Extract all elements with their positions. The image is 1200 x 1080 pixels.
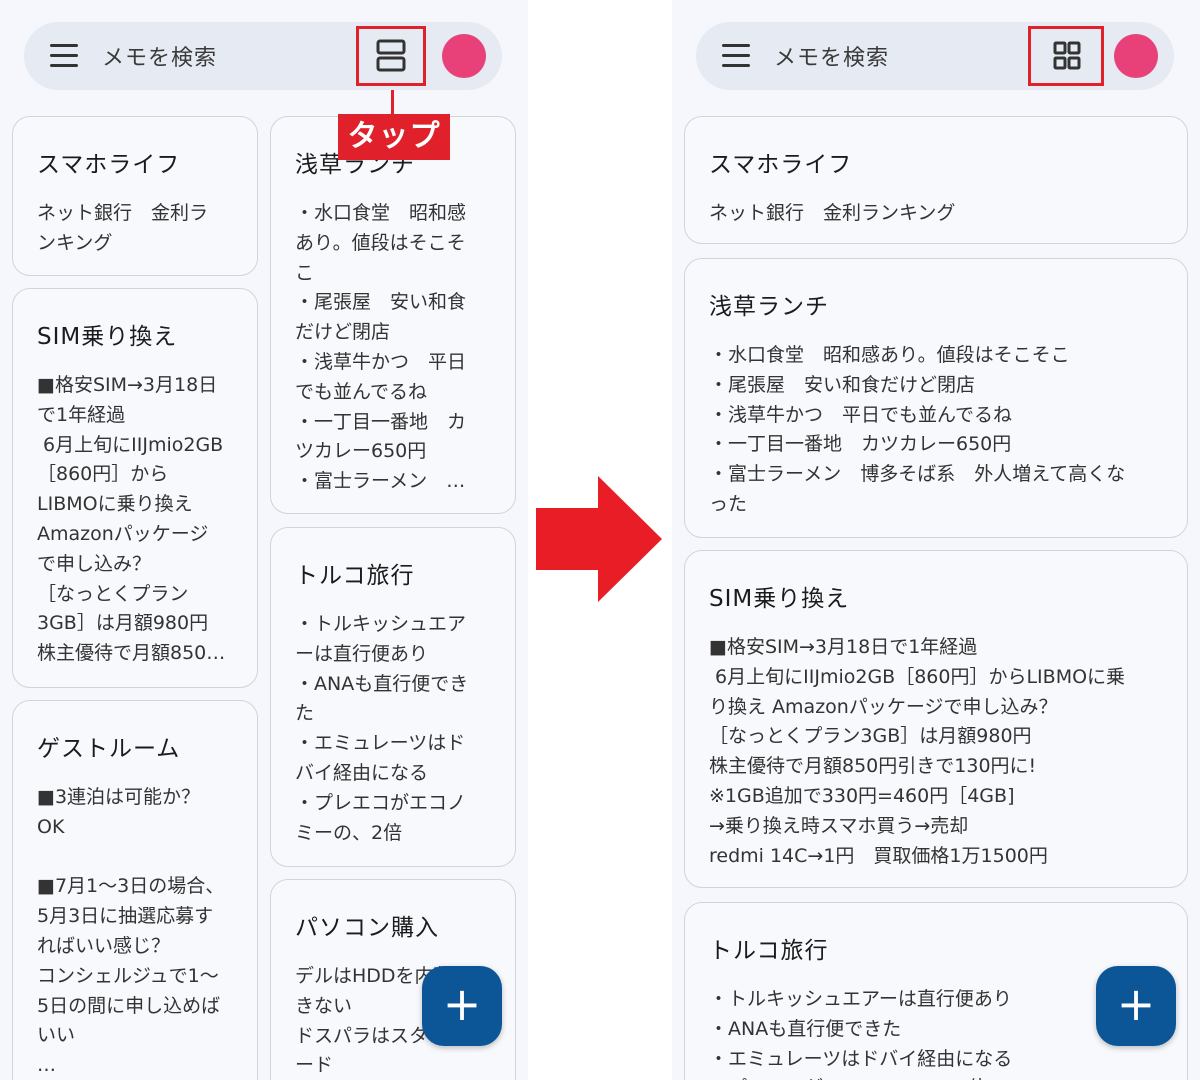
search-bar[interactable]: メモを検索: [24, 22, 502, 90]
add-note-button[interactable]: +: [422, 966, 502, 1046]
note-title: スマホライフ: [709, 152, 853, 178]
hamburger-menu-icon[interactable]: [722, 44, 750, 68]
note-card-asakusa[interactable]: 浅草ランチ ・水口食堂 昭和感あり。値段はそこそこ ・尾張屋 安い和食だけど閉店…: [684, 258, 1188, 538]
note-body: ・トルキッシュエア ーは直行便あり ・ANAも直行便でき た ・エミュレーツはド…: [295, 613, 469, 844]
note-body: ■格安SIM→3月18日で1年経過 6月上旬にIIJmio2GB［860円］から…: [709, 636, 1126, 867]
note-title: トルコ旅行: [295, 563, 415, 589]
note-title: ゲストルーム: [37, 736, 181, 762]
note-title: 浅草ランチ: [709, 294, 829, 320]
note-title: トルコ旅行: [709, 938, 829, 964]
add-note-button[interactable]: +: [1096, 966, 1176, 1046]
note-body: ネット銀行 金利ランキング: [709, 202, 956, 224]
note-card-sumaho[interactable]: スマホライフ ネット銀行 金利ランキング: [684, 116, 1188, 244]
note-card-sim[interactable]: SIM乗り換え ■格安SIM→3月18日で1年経過 6月上旬にIIJmio2GB…: [684, 550, 1188, 888]
note-card-sim[interactable]: SIM乗り換え ■格安SIM→3月18日 で1年経過 6月上旬にIIJmio2G…: [12, 288, 258, 688]
note-body: ■3連泊は可能か？ OK ■7月1〜3日の場合、 5月3日に抽選応募す ればいい…: [37, 786, 225, 1077]
tap-annotation-label: タップ: [338, 114, 450, 160]
phone-screen-after: メモを検索 スマホライフ ネット銀行 金利ランキング 浅草ランチ ・水口食堂 昭…: [672, 0, 1200, 1080]
note-body: ・水口食堂 昭和感 あり。値段はそこそ こ ・尾張屋 安い和食 だけど閉店 ・浅…: [295, 202, 467, 493]
avatar[interactable]: [1114, 34, 1158, 78]
grid-view-toggle-button[interactable]: [1028, 26, 1104, 86]
note-title: SIM乗り換え: [709, 586, 850, 612]
note-card-asakusa[interactable]: 浅草ランチ ・水口食堂 昭和感 あり。値段はそこそ こ ・尾張屋 安い和食 だけ…: [270, 116, 516, 514]
note-title: SIM乗り換え: [37, 324, 178, 350]
search-bar[interactable]: メモを検索: [696, 22, 1174, 90]
list-view-toggle-button[interactable]: [356, 26, 426, 86]
search-input[interactable]: メモを検索: [774, 40, 889, 72]
note-body: ネット銀行 金利ラ ンキング: [37, 202, 209, 254]
note-title: パソコン購入: [295, 915, 439, 941]
note-title: スマホライフ: [37, 152, 181, 178]
grid-view-icon: [1053, 41, 1081, 70]
note-body: ■格安SIM→3月18日 で1年経過 6月上旬にIIJmio2GB ［860円］…: [37, 374, 226, 665]
search-input[interactable]: メモを検索: [102, 40, 217, 72]
note-card-guest[interactable]: ゲストルーム ■3連泊は可能か？ OK ■7月1〜3日の場合、 5月3日に抽選応…: [12, 700, 258, 1080]
list-view-icon: [376, 39, 406, 72]
hamburger-menu-icon[interactable]: [50, 44, 78, 68]
annotation-connector: [391, 90, 394, 116]
transition-arrow-icon: [536, 476, 662, 602]
note-card-turkey[interactable]: トルコ旅行 ・トルキッシュエア ーは直行便あり ・ANAも直行便でき た ・エミ…: [270, 527, 516, 867]
avatar[interactable]: [442, 34, 486, 78]
note-body: ・水口食堂 昭和感あり。値段はそこそこ ・尾張屋 安い和食だけど閉店 ・浅草牛か…: [709, 344, 1126, 515]
note-card-sumaho[interactable]: スマホライフ ネット銀行 金利ラ ンキング: [12, 116, 258, 276]
phone-screen-before: メモを検索 スマホライフ ネット銀行 金利ラ ンキング 浅草ランチ ・水口食堂 …: [0, 0, 528, 1080]
note-body: ・トルキッシュエアーは直行便あり ・ANAも直行便できた ・エミュレーツはドバイ…: [709, 988, 1013, 1080]
